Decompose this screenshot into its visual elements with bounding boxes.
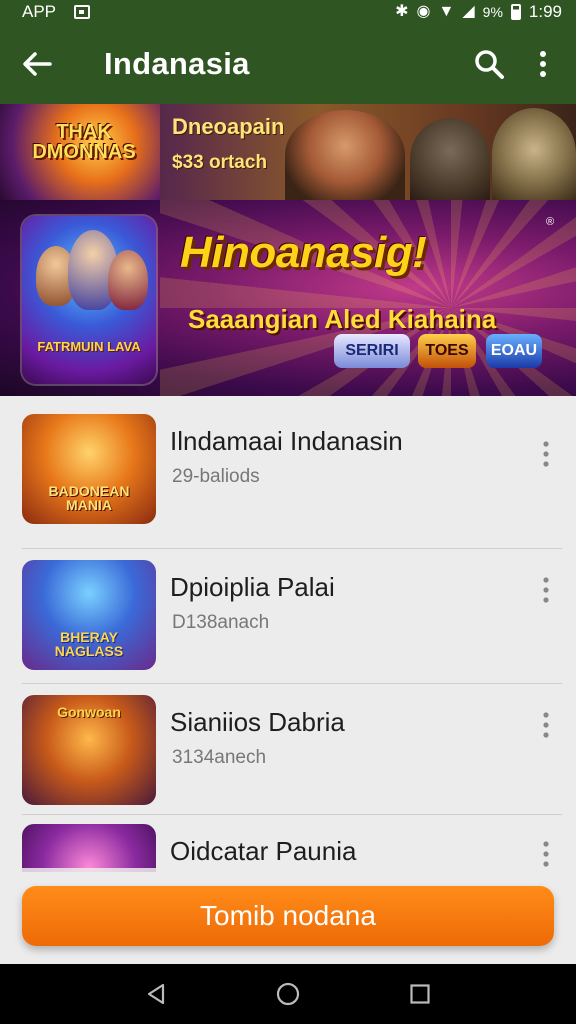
search-button[interactable]	[462, 24, 516, 104]
alarm-icon: ◉	[416, 3, 431, 20]
item-more-button[interactable]	[530, 570, 562, 610]
bluetooth-icon: ✱	[395, 3, 409, 20]
game-list: BADONEAN MANIA Ilndamaai Indanasin 29-ba…	[0, 396, 576, 872]
item-title: Dpioiplia Palai	[170, 572, 335, 602]
banner-character-image	[410, 118, 490, 200]
banner-top-title: Dneoapain	[172, 114, 285, 139]
banner-game-logo: THAK DMONNAS	[0, 104, 160, 200]
banner-art-badge: FATRMUIN LAVA	[37, 339, 141, 354]
cta-container: Tomib nodana	[0, 868, 576, 964]
screen: APP ✱ ◉ ▼ ◢ 9% 1:99 Indanasia THAK DMONN…	[0, 0, 576, 1024]
thumbnail-label: BHERAY NAGLASS	[54, 629, 124, 659]
promo-banner-top[interactable]: THAK DMONNAS Dneoapain $33 ortach	[0, 104, 576, 200]
promo-banner-main[interactable]: FATRMUIN LAVA Hinoanasig! Saaangian Aled…	[0, 200, 576, 396]
banner-hero-image	[285, 110, 405, 200]
wifi-icon: ▼	[438, 3, 455, 20]
list-item[interactable]: BADONEAN MANIA Ilndamaai Indanasin 29-ba…	[0, 396, 576, 530]
item-more-button[interactable]	[530, 834, 562, 872]
page-title: Indanasia	[104, 46, 250, 81]
thumbnail-label: BADONEAN MANIA	[48, 483, 130, 513]
nav-home-button[interactable]	[258, 964, 318, 1024]
banner-main-subtitle: Saaangian Aled Kiahaina	[188, 304, 497, 334]
banner-main-title: Hinoanasig!	[180, 228, 427, 277]
battery-icon	[510, 4, 521, 20]
game-thumbnail	[22, 824, 156, 872]
list-item[interactable]: Oidcatar Paunia	[0, 814, 576, 872]
recents-square-icon	[410, 984, 430, 1004]
list-item[interactable]: BHERAY NAGLASS Dpioiplia Palai D138anach	[0, 548, 576, 682]
banner-tag: TOES	[418, 334, 476, 368]
signal-icon: ◢	[462, 3, 475, 20]
banner-top-subtitle: $33 ortach	[172, 152, 268, 173]
game-thumbnail: Gonwoan	[22, 695, 156, 805]
more-vert-icon	[543, 441, 549, 467]
thumbnail-label: Gonwoan	[57, 704, 121, 720]
status-app-label: APP	[22, 2, 57, 21]
back-arrow-icon	[23, 52, 52, 76]
banner-tag: EOAU	[486, 334, 542, 368]
system-nav-bar	[0, 964, 576, 1024]
banner-tag: SERIRI	[334, 334, 410, 368]
primary-action-button[interactable]: Tomib nodana	[22, 886, 554, 946]
nav-back-button[interactable]	[126, 964, 186, 1024]
banner-game-art: FATRMUIN LAVA	[22, 216, 156, 384]
back-triangle-icon	[147, 983, 165, 1005]
item-title: Ilndamaai Indanasin	[170, 426, 403, 456]
more-vert-icon	[543, 577, 549, 603]
back-button[interactable]	[0, 24, 74, 104]
app-bar: Indanasia	[0, 24, 576, 104]
item-subtitle: 3134anech	[172, 747, 267, 768]
more-vert-icon	[543, 841, 549, 867]
more-vert-icon	[543, 712, 549, 738]
list-item[interactable]: Gonwoan Sianiios Dabria 3134anech	[0, 683, 576, 817]
status-bar: APP ✱ ◉ ▼ ◢ 9% 1:99	[0, 0, 576, 24]
item-more-button[interactable]	[530, 434, 562, 474]
search-icon	[475, 50, 504, 79]
game-thumbnail: BADONEAN MANIA	[22, 414, 156, 524]
notification-icon	[74, 5, 91, 19]
item-title: Sianiios Dabria	[170, 707, 345, 737]
registered-mark: ®	[546, 216, 555, 228]
item-subtitle: D138anach	[172, 612, 270, 633]
banner-creature-image	[492, 108, 576, 200]
nav-recents-button[interactable]	[390, 964, 450, 1024]
more-vert-icon	[540, 51, 546, 77]
item-more-button[interactable]	[530, 705, 562, 745]
status-time: 1:99	[528, 2, 562, 21]
item-title: Oidcatar Paunia	[170, 836, 357, 866]
battery-percent: 9%	[482, 4, 503, 20]
item-subtitle: 29-baliods	[172, 466, 260, 487]
banner-logo-text: THAK DMONNAS	[32, 121, 136, 163]
home-circle-icon	[276, 982, 300, 1006]
overflow-menu-button[interactable]	[516, 24, 570, 104]
game-thumbnail: BHERAY NAGLASS	[22, 560, 156, 670]
